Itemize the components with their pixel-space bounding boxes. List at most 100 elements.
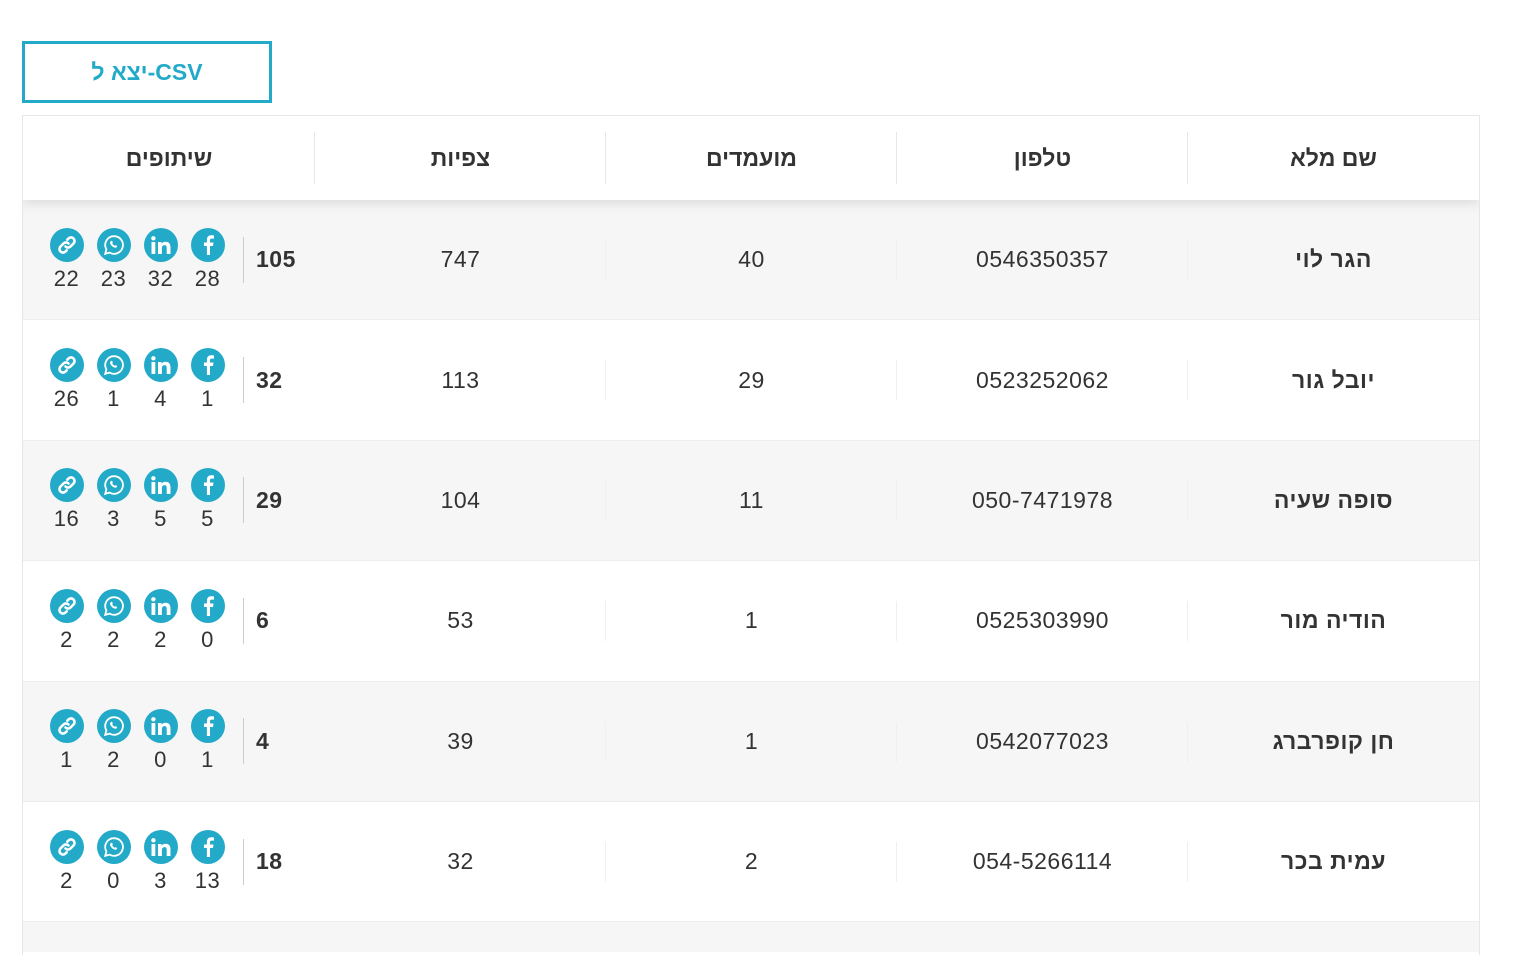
linkedin-icon[interactable]	[143, 227, 178, 262]
facebook-icon[interactable]	[190, 709, 225, 744]
link-icon[interactable]	[49, 468, 84, 503]
cell-name: יובל גור	[1292, 366, 1375, 393]
table-row: הגר לוי 0546350357 40 747 105 22 23 32 28	[23, 200, 1479, 321]
cell-views: 104	[315, 441, 606, 560]
share-link: 16	[43, 468, 90, 532]
share-facebook: 13	[184, 829, 231, 894]
share-icons: 2 0 3 13	[43, 829, 231, 894]
cell-phone: 054-5266114	[897, 802, 1188, 921]
share-whatsapp: 0	[90, 829, 137, 894]
facebook-count: 5	[201, 506, 214, 532]
table-row: יובל גור 0523252062 29 113 32 26 1 4 1	[23, 320, 1479, 441]
linkedin-count: 0	[154, 747, 167, 773]
whatsapp-count: 2	[107, 626, 120, 652]
share-icons: 1 2 0 1	[43, 709, 231, 773]
header-shares[interactable]: שיתופים	[23, 116, 315, 200]
shares-group: 32 26 1 4 1	[43, 348, 283, 412]
share-linkedin: 32	[137, 227, 184, 292]
cell-candidates: 40	[606, 200, 897, 319]
header-name[interactable]: שם מלא	[1188, 116, 1479, 200]
facebook-icon[interactable]	[190, 348, 225, 383]
header-phone[interactable]: טלפון	[897, 116, 1188, 200]
link-count: 22	[53, 265, 80, 291]
whatsapp-count: 0	[107, 867, 120, 893]
facebook-icon[interactable]	[190, 227, 225, 262]
linkedin-icon[interactable]	[143, 468, 178, 503]
link-icon[interactable]	[49, 709, 84, 744]
cell-phone: 050-7471978	[897, 441, 1188, 560]
shares-total: 105	[243, 236, 296, 283]
share-whatsapp: 23	[90, 227, 137, 292]
share-link: 2	[43, 829, 90, 894]
shares-group: 105 22 23 32 28	[43, 227, 296, 292]
whatsapp-icon[interactable]	[96, 709, 131, 744]
table-row: עמית בכר 054-5266114 2 32 18 2 0 3 13	[23, 801, 1479, 923]
cell-views: 32	[315, 802, 606, 921]
shares-total: 32	[243, 357, 283, 404]
share-facebook: 1	[184, 348, 231, 412]
cell-name: עמית בכר	[1281, 848, 1386, 875]
facebook-icon[interactable]	[190, 829, 225, 864]
link-count: 26	[53, 386, 80, 412]
cell-candidates: 29	[606, 320, 897, 439]
linkedin-count: 32	[147, 265, 174, 291]
facebook-count: 1	[201, 747, 214, 773]
whatsapp-icon[interactable]	[96, 227, 131, 262]
share-icons: 26 1 4 1	[43, 348, 231, 412]
cell-shares: 4 1 2 0 1	[23, 682, 315, 801]
cell-phone: 0525303990	[897, 561, 1188, 680]
share-facebook: 5	[184, 468, 231, 532]
shares-total: 6	[243, 597, 269, 644]
share-facebook: 1	[184, 709, 231, 773]
linkedin-icon[interactable]	[143, 348, 178, 383]
header-candidates[interactable]: מועמדים	[606, 116, 897, 200]
linkedin-icon[interactable]	[143, 588, 178, 623]
link-count: 1	[60, 747, 73, 773]
cell-candidates: 1	[606, 682, 897, 801]
cell-name: הגר לוי	[1295, 246, 1372, 273]
share-link: 22	[43, 227, 90, 292]
share-linkedin: 4	[137, 348, 184, 412]
share-link: 2	[43, 588, 90, 653]
share-link: 1	[43, 709, 90, 773]
facebook-count: 0	[201, 626, 214, 652]
linkedin-count: 5	[154, 506, 167, 532]
export-csv-button[interactable]: יצא ל-CSV	[22, 41, 272, 103]
share-linkedin: 0	[137, 709, 184, 773]
link-icon[interactable]	[49, 348, 84, 383]
cell-phone: 0546350357	[897, 200, 1188, 319]
shares-total: 4	[243, 718, 269, 765]
link-icon[interactable]	[49, 829, 84, 864]
cell-shares: 32 26 1 4 1	[23, 320, 315, 439]
cell-phone: 0542077023	[897, 682, 1188, 801]
facebook-count: 1	[201, 386, 214, 412]
whatsapp-icon[interactable]	[96, 588, 131, 623]
cell-shares: 18 2 0 3 13	[23, 802, 315, 921]
table-row: הודיה מור 0525303990 1 53 6 2 2 2 0	[23, 561, 1479, 682]
shares-group: 29 16 3 5 5	[43, 468, 283, 532]
shares-total: 29	[243, 477, 283, 524]
whatsapp-icon[interactable]	[96, 468, 131, 503]
cell-candidates: 11	[606, 441, 897, 560]
share-facebook: 0	[184, 588, 231, 653]
whatsapp-icon[interactable]	[96, 829, 131, 864]
header-views[interactable]: צפיות	[315, 116, 606, 200]
cell-views: 747	[315, 200, 606, 319]
referrers-table: שם מלא טלפון מועמדים צפיות שיתופים הגר ל…	[22, 115, 1480, 955]
facebook-icon[interactable]	[190, 588, 225, 623]
link-count: 2	[60, 867, 73, 893]
whatsapp-icon[interactable]	[96, 348, 131, 383]
cell-views: 53	[315, 561, 606, 680]
linkedin-icon[interactable]	[143, 709, 178, 744]
linkedin-icon[interactable]	[143, 829, 178, 864]
facebook-icon[interactable]	[190, 468, 225, 503]
shares-group: 4 1 2 0 1	[43, 709, 269, 773]
cell-views: 39	[315, 682, 606, 801]
link-icon[interactable]	[49, 588, 84, 623]
link-icon[interactable]	[49, 227, 84, 262]
cell-candidates: 1	[606, 561, 897, 680]
share-facebook: 28	[184, 227, 231, 292]
share-icons: 16 3 5 5	[43, 468, 231, 532]
linkedin-count: 2	[154, 626, 167, 652]
share-linkedin: 3	[137, 829, 184, 894]
